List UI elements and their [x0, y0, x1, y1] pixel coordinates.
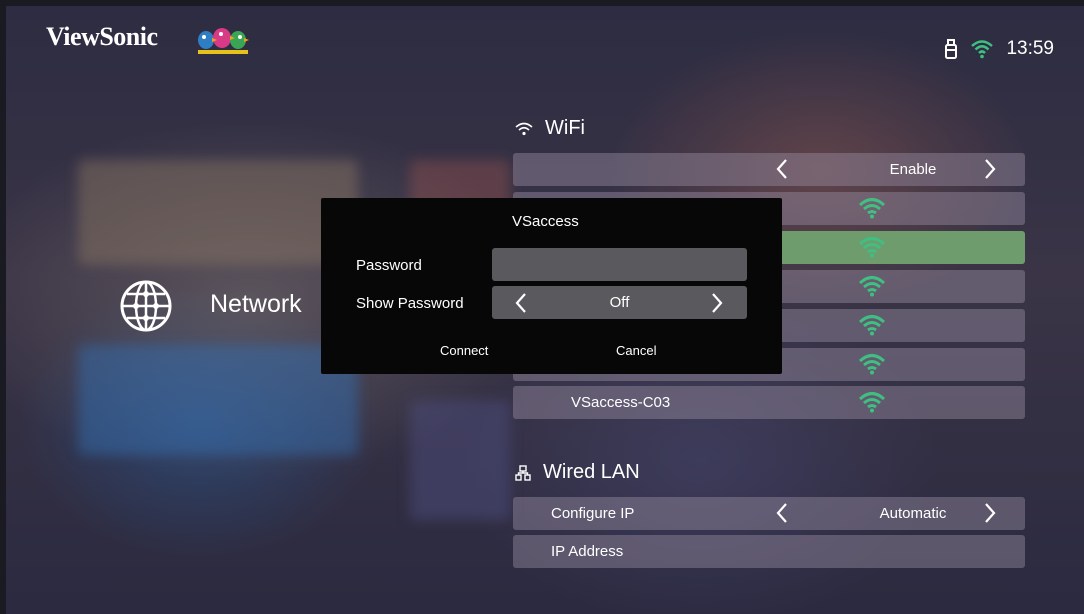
password-input[interactable] — [492, 248, 747, 281]
usb-storage-icon — [945, 39, 958, 59]
ip-address-label: IP Address — [551, 543, 624, 560]
wifi-signal-icon — [858, 237, 886, 258]
show-password-value: Off — [609, 294, 630, 311]
chevron-right-icon[interactable] — [710, 292, 724, 314]
status-bar: 13:59 — [944, 38, 1054, 60]
brand-logo: ViewSonic — [46, 22, 158, 51]
wifi-section-header: WiFi — [515, 117, 585, 140]
ip-address-row[interactable]: IP Address — [513, 535, 1025, 568]
wifi-network-row[interactable]: VSaccess-C03 — [513, 386, 1025, 419]
wifi-password-dialog: VSaccess Password Show Password Off Conn… — [321, 198, 782, 374]
show-password-selector[interactable]: Off — [492, 286, 747, 319]
configure-ip-value: Automatic — [879, 505, 947, 522]
wired-lan-section-header: Wired LAN — [515, 461, 640, 484]
wifi-signal-icon — [858, 198, 886, 219]
wifi-section-title: WiFi — [545, 117, 585, 139]
screen-frame — [0, 0, 6, 614]
globe-icon — [120, 280, 172, 332]
blurred-tile — [78, 345, 358, 455]
chevron-right-icon[interactable] — [983, 158, 997, 180]
wifi-icon — [515, 122, 533, 135]
wifi-signal-icon — [858, 276, 886, 297]
lan-icon — [515, 464, 531, 481]
network-name: VSaccess-C03 — [571, 394, 671, 411]
show-password-label: Show Password — [356, 295, 464, 312]
clock: 13:59 — [1006, 38, 1054, 59]
cancel-button[interactable]: Cancel — [616, 343, 656, 358]
configure-ip-label: Configure IP — [551, 505, 635, 522]
birds-logo-icon — [198, 28, 249, 54]
wifi-signal-icon — [858, 315, 886, 336]
dialog-title: VSaccess — [512, 213, 579, 230]
wifi-enable-value: Enable — [889, 161, 937, 178]
wired-lan-section-title: Wired LAN — [543, 461, 640, 483]
chevron-left-icon[interactable] — [775, 158, 789, 180]
password-label: Password — [356, 257, 422, 274]
chevron-left-icon[interactable] — [775, 502, 789, 524]
wifi-signal-icon — [858, 354, 886, 375]
wifi-signal-icon — [858, 392, 886, 413]
configure-ip-row[interactable]: Configure IP Automatic — [513, 497, 1025, 530]
wifi-enable-row[interactable]: Enable — [513, 153, 1025, 186]
wifi-icon — [971, 40, 994, 59]
screen-frame — [0, 0, 1084, 6]
blurred-tile — [410, 400, 510, 520]
sidebar-title: Network — [210, 290, 302, 318]
chevron-right-icon[interactable] — [983, 502, 997, 524]
connect-button[interactable]: Connect — [440, 343, 488, 358]
blurred-tile — [78, 160, 358, 265]
